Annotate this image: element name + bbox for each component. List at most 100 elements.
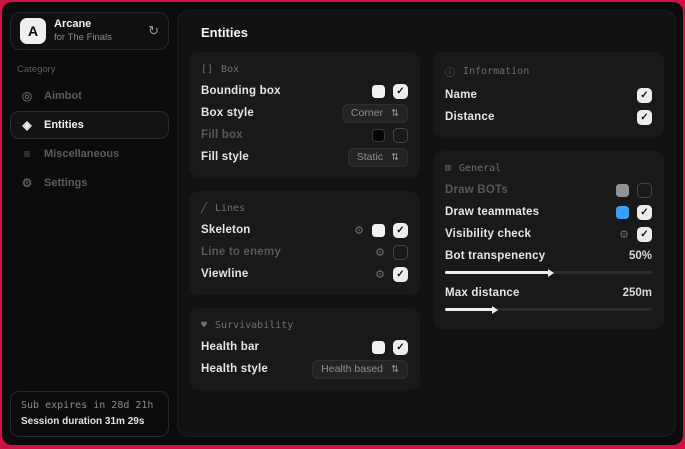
- slider-value: 50%: [629, 250, 652, 262]
- fill-style-dropdown[interactable]: Static ⇅: [348, 148, 408, 167]
- row-label: Bot transpenency: [445, 250, 629, 262]
- check-icon: ✓: [396, 269, 404, 280]
- dropdown-value: Static: [357, 151, 383, 163]
- box-style-dropdown[interactable]: Corner ⇅: [342, 104, 408, 123]
- row-max-distance: Max distance 250m: [445, 282, 652, 304]
- row-label: Distance: [445, 111, 637, 123]
- sub-expiry-text: Sub expires in 28d 21h: [21, 398, 158, 414]
- chevron-updown-icon: ⇅: [391, 108, 399, 119]
- slider-value: 250m: [623, 287, 652, 299]
- row-skeleton: Skeleton ⚙ ✓: [201, 219, 408, 241]
- row-fill-box: Fill box: [201, 124, 408, 146]
- draw-teammates-checkbox[interactable]: ✓: [637, 205, 652, 220]
- color-swatch[interactable]: [372, 224, 385, 237]
- card-information: ⓘ Information Name ✓ Distance ✓: [433, 52, 664, 138]
- row-fill-style: Fill style Static ⇅: [201, 146, 408, 168]
- row-label: Draw teammates: [445, 206, 616, 218]
- viewline-checkbox[interactable]: ✓: [393, 267, 408, 282]
- gear-icon[interactable]: ⚙: [375, 246, 385, 259]
- color-swatch[interactable]: [616, 184, 629, 197]
- sidebar-item-aimbot[interactable]: ◎ Aimbot: [10, 82, 169, 110]
- sidebar-item-miscellaneous[interactable]: ≡ Miscellaneous: [10, 140, 169, 168]
- grid-icon: ⊞: [445, 163, 451, 174]
- check-icon: ✓: [640, 207, 648, 218]
- sidebar-item-label: Miscellaneous: [44, 148, 119, 160]
- session-duration-text: Session duration 31m 29s: [21, 414, 158, 430]
- sidebar-spacer: [10, 198, 169, 391]
- chevron-updown-icon: ⇅: [391, 152, 399, 163]
- fill-box-checkbox[interactable]: [393, 128, 408, 143]
- check-icon: ✓: [396, 225, 404, 236]
- right-column: ⓘ Information Name ✓ Distance ✓: [433, 52, 664, 329]
- row-line-to-enemy: Line to enemy ⚙: [201, 241, 408, 263]
- visibility-check-checkbox[interactable]: ✓: [637, 227, 652, 242]
- card-survivability-header: ♥ Survivability: [201, 320, 408, 331]
- bot-transparency-slider[interactable]: [445, 271, 652, 274]
- card-box-header: [] Box: [201, 64, 408, 75]
- color-swatch[interactable]: [372, 341, 385, 354]
- card-title: Survivability: [215, 320, 293, 331]
- line-to-enemy-checkbox[interactable]: [393, 245, 408, 260]
- name-checkbox[interactable]: ✓: [637, 88, 652, 103]
- app-title: Arcane: [54, 18, 140, 32]
- main-panel: Entities [] Box Bounding box ✓: [177, 10, 676, 437]
- gear-icon: ⚙: [20, 176, 34, 190]
- row-label: Name: [445, 89, 637, 101]
- left-column: [] Box Bounding box ✓ Box style Corner: [189, 52, 420, 390]
- row-draw-teammates: Draw teammates ✓: [445, 201, 652, 223]
- page-title: Entities: [201, 25, 664, 40]
- gear-icon[interactable]: ⚙: [354, 224, 364, 237]
- app-subtitle: for The Finals: [54, 32, 140, 44]
- entities-icon: ◈: [20, 118, 34, 132]
- row-health-bar: Health bar ✓: [201, 336, 408, 358]
- row-label: Max distance: [445, 287, 623, 299]
- color-swatch[interactable]: [616, 206, 629, 219]
- gear-icon[interactable]: ⚙: [375, 268, 385, 281]
- line-icon: ╱: [201, 203, 207, 214]
- row-health-style: Health style Health based ⇅: [201, 358, 408, 380]
- sidebar-item-settings[interactable]: ⚙ Settings: [10, 169, 169, 197]
- box-icon: []: [201, 64, 213, 75]
- card-columns: [] Box Bounding box ✓ Box style Corner: [189, 52, 664, 390]
- slider-fill[interactable]: [445, 271, 549, 274]
- subscription-status: Sub expires in 28d 21h Session duration …: [10, 391, 169, 437]
- check-icon: ✓: [640, 229, 648, 240]
- slider-fill[interactable]: [445, 308, 493, 311]
- health-bar-checkbox[interactable]: ✓: [393, 340, 408, 355]
- row-label: Fill box: [201, 129, 372, 141]
- color-swatch[interactable]: [372, 85, 385, 98]
- card-title: Information: [463, 66, 529, 77]
- max-distance-slider[interactable]: [445, 308, 652, 311]
- row-label: Health style: [201, 363, 312, 375]
- gear-icon[interactable]: ⚙: [619, 228, 629, 241]
- health-style-dropdown[interactable]: Health based ⇅: [312, 360, 408, 379]
- app-meta: Arcane for The Finals: [54, 18, 140, 44]
- row-label: Visibility check: [445, 228, 619, 240]
- card-title: Lines: [215, 203, 245, 214]
- info-icon: ⓘ: [445, 64, 455, 79]
- skeleton-checkbox[interactable]: ✓: [393, 223, 408, 238]
- bounding-box-checkbox[interactable]: ✓: [393, 84, 408, 99]
- refresh-icon[interactable]: ↻: [148, 23, 159, 39]
- category-label: Category: [17, 64, 162, 75]
- chevron-updown-icon: ⇅: [391, 364, 399, 375]
- row-draw-bots: Draw BOTs: [445, 179, 652, 201]
- draw-bots-checkbox[interactable]: [637, 183, 652, 198]
- crosshair-icon: ◎: [20, 89, 34, 103]
- row-label: Fill style: [201, 151, 348, 163]
- dropdown-value: Health based: [321, 363, 383, 375]
- distance-checkbox[interactable]: ✓: [637, 110, 652, 125]
- sidebar-item-label: Entities: [44, 119, 84, 131]
- color-swatch[interactable]: [372, 129, 385, 142]
- app-header: A Arcane for The Finals ↻: [10, 12, 169, 50]
- card-general-header: ⊞ General: [445, 163, 652, 174]
- dropdown-value: Corner: [351, 107, 383, 119]
- sidebar-item-label: Aimbot: [44, 90, 82, 102]
- card-title: General: [459, 163, 501, 174]
- row-box-style: Box style Corner ⇅: [201, 102, 408, 124]
- check-icon: ✓: [640, 90, 648, 101]
- card-box: [] Box Bounding box ✓ Box style Corner: [189, 52, 420, 178]
- card-information-header: ⓘ Information: [445, 64, 652, 79]
- sidebar-item-entities[interactable]: ◈ Entities: [10, 111, 169, 139]
- heart-icon: ♥: [201, 320, 207, 331]
